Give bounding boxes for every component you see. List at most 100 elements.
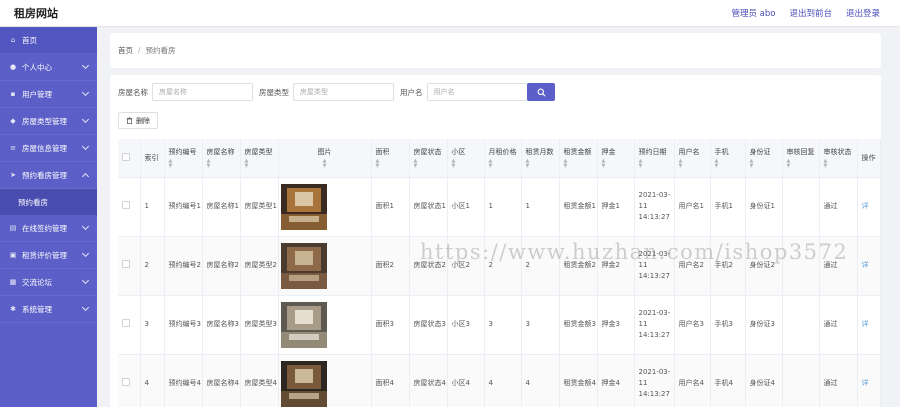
sidebar-item-viewing[interactable]: ➤ 预约看房管理 [0,162,97,189]
sort-icon[interactable]: ▲ ▼ [245,158,278,169]
chevron-down-icon [81,276,90,285]
row-checkbox[interactable] [122,377,130,386]
house-photo[interactable] [280,360,327,407]
sort-icon[interactable]: ▲ ▼ [564,158,597,169]
table-cell: 身份证3 [745,295,783,355]
sort-icon[interactable]: ▲ ▼ [824,158,857,169]
column-header[interactable]: 房屋状态 ▲ ▼ [409,139,448,178]
chevron-up-icon [81,172,90,181]
delete-button[interactable]: 删除 [118,112,158,129]
column-header[interactable]: 房屋类型 ▲ ▼ [240,139,279,178]
trash-icon [126,117,133,124]
sort-icon[interactable]: ▲ ▼ [526,158,559,169]
sidebar-item-house-info[interactable]: ≡ 房屋信息管理 [0,135,97,162]
action-link[interactable]: 详 [857,177,881,237]
column-header: 操作 [857,139,881,178]
column-header-label: 房屋名称 [206,147,235,156]
sidebar-item-reviews[interactable]: ▣ 租赁评价管理 [0,242,97,269]
column-header[interactable]: 小区 ▲ ▼ [447,139,485,178]
column-header[interactable]: 审核状态 ▲ ▼ [819,139,858,178]
row-select-cell[interactable] [118,295,141,355]
column-header[interactable]: 房屋名称 ▲ ▼ [202,139,241,178]
admin-user[interactable]: 管理员 abo [731,7,775,19]
house-photo[interactable] [280,301,327,348]
column-header[interactable]: 审核回复 ▲ ▼ [782,139,820,178]
house-photo[interactable] [280,242,327,289]
username-input[interactable]: 用户名 [426,83,528,101]
sort-icon[interactable]: ▲ ▼ [750,158,782,169]
table-cell: 通过 [819,236,858,296]
row-select-cell[interactable] [118,236,141,296]
column-header-label: 租赁金额 [563,147,592,156]
sort-icon[interactable]: ▲ ▼ [679,158,710,169]
sort-icon[interactable]: ▲ ▼ [376,158,409,169]
table-cell: 租赁金额1 [559,177,598,237]
breadcrumb: 首页 / 预约看房 [110,33,881,68]
logout-link[interactable]: 退出登录 [846,7,880,19]
row-checkbox[interactable] [122,200,130,209]
column-header[interactable]: 租赁金额 ▲ ▼ [559,139,598,178]
sidebar-subitem-viewing[interactable]: 预约看房 [0,189,97,215]
action-link[interactable]: 详 [857,295,881,355]
breadcrumb-home[interactable]: 首页 [118,45,133,56]
sort-icon[interactable]: ▲ ▼ [639,158,674,169]
row-checkbox[interactable] [122,318,130,327]
table-cell: 手机1 [710,177,746,237]
row-select-cell[interactable] [118,177,141,237]
chevron-down-icon [81,88,90,97]
column-header[interactable]: 预约日期 ▲ ▼ [634,139,675,178]
sort-icon[interactable]: ▲ ▼ [452,158,484,169]
house-type-input[interactable]: 房屋类型 [293,83,394,101]
column-header-label: 租赁月数 [525,147,554,156]
sort-icon[interactable]: ▲ ▼ [715,158,745,169]
exit-to-front-link[interactable]: 退出到前台 [789,7,832,19]
table-cell: 押金2 [597,236,635,296]
action-link[interactable]: 详 [857,354,881,407]
sort-icon[interactable]: ▲ ▼ [279,158,371,169]
search-button[interactable] [527,83,555,101]
table-cell: 小区2 [447,236,485,296]
column-header[interactable]: 身份证 ▲ ▼ [745,139,783,178]
house-photo[interactable] [280,183,327,230]
sidebar-item-users[interactable]: ▪ 用户管理 [0,81,97,108]
column-header[interactable]: 用户名 ▲ ▼ [674,139,711,178]
column-header[interactable]: 租赁月数 ▲ ▼ [521,139,560,178]
column-header[interactable]: 面积 ▲ ▼ [371,139,410,178]
chevron-down-icon [81,303,90,312]
column-header[interactable]: 押金 ▲ ▼ [597,139,635,178]
select-all-checkbox[interactable] [122,152,130,161]
column-header[interactable]: 月租价格 ▲ ▼ [484,139,522,178]
table-row[interactable]: 1 预约编号1 房屋名称1 房屋类型1 面积1 房屋状态1 小区1 1 1 租赁金额1 押金1 202… [118,177,881,237]
sidebar-item-contracts[interactable]: ▤ 在线签约管理 [0,215,97,242]
sort-icon[interactable]: ▲ ▼ [207,158,240,169]
sort-icon[interactable]: ▲ ▼ [489,158,521,169]
sidebar-item-profile[interactable]: ● 个人中心 [0,54,97,81]
table-row[interactable]: 3 预约编号3 房屋名称3 房屋类型3 面积3 房屋状态3 小区3 3 3 租赁金额3 押金3 202… [118,295,881,355]
table-cell: 1 [521,177,560,237]
house-name-input[interactable]: 房屋名称 [152,83,253,101]
send-icon: ➤ [10,171,16,179]
column-header[interactable]: 手机 ▲ ▼ [710,139,746,178]
sort-icon[interactable]: ▲ ▼ [787,158,819,169]
table-cell: 房屋类型4 [240,354,279,407]
chevron-down-icon [81,249,90,258]
sort-icon[interactable]: ▲ ▼ [169,158,202,169]
sidebar-item-system[interactable]: ✱ 系统管理 [0,296,97,323]
action-link[interactable]: 详 [857,236,881,296]
table-cell: 面积1 [371,177,410,237]
row-checkbox[interactable] [122,259,130,268]
sidebar-item-home[interactable]: ⌂ 首页 [0,27,97,54]
table-row[interactable]: 2 预约编号2 房屋名称2 房屋类型2 面积2 房屋状态2 小区2 2 2 租赁金额2 押金2 202… [118,236,881,296]
column-header[interactable]: 预约编号 ▲ ▼ [164,139,203,178]
sidebar-item-forum[interactable]: ▦ 交流论坛 [0,269,97,296]
sort-icon[interactable]: ▲ ▼ [602,158,634,169]
column-header[interactable]: 图片 ▲ ▼ [278,139,372,178]
main-content: 首页 / 预约看房 房屋名称 房屋名称 房屋类型 房屋类型 用户名 用户名 删除 [97,27,900,407]
table-row[interactable]: 4 预约编号4 房屋名称4 房屋类型4 面积4 房屋状态4 小区4 4 4 租赁金额4 押金4 202… [118,354,881,407]
sidebar-item-house-types[interactable]: ◆ 房屋类型管理 [0,108,97,135]
sidebar-item-label: 个人中心 [22,62,52,72]
sort-icon[interactable]: ▲ ▼ [414,158,447,169]
row-select-cell[interactable] [118,354,141,407]
table-cell: 2021-03-11 14:13:27 [634,354,675,407]
select-all-cell[interactable] [118,139,141,178]
